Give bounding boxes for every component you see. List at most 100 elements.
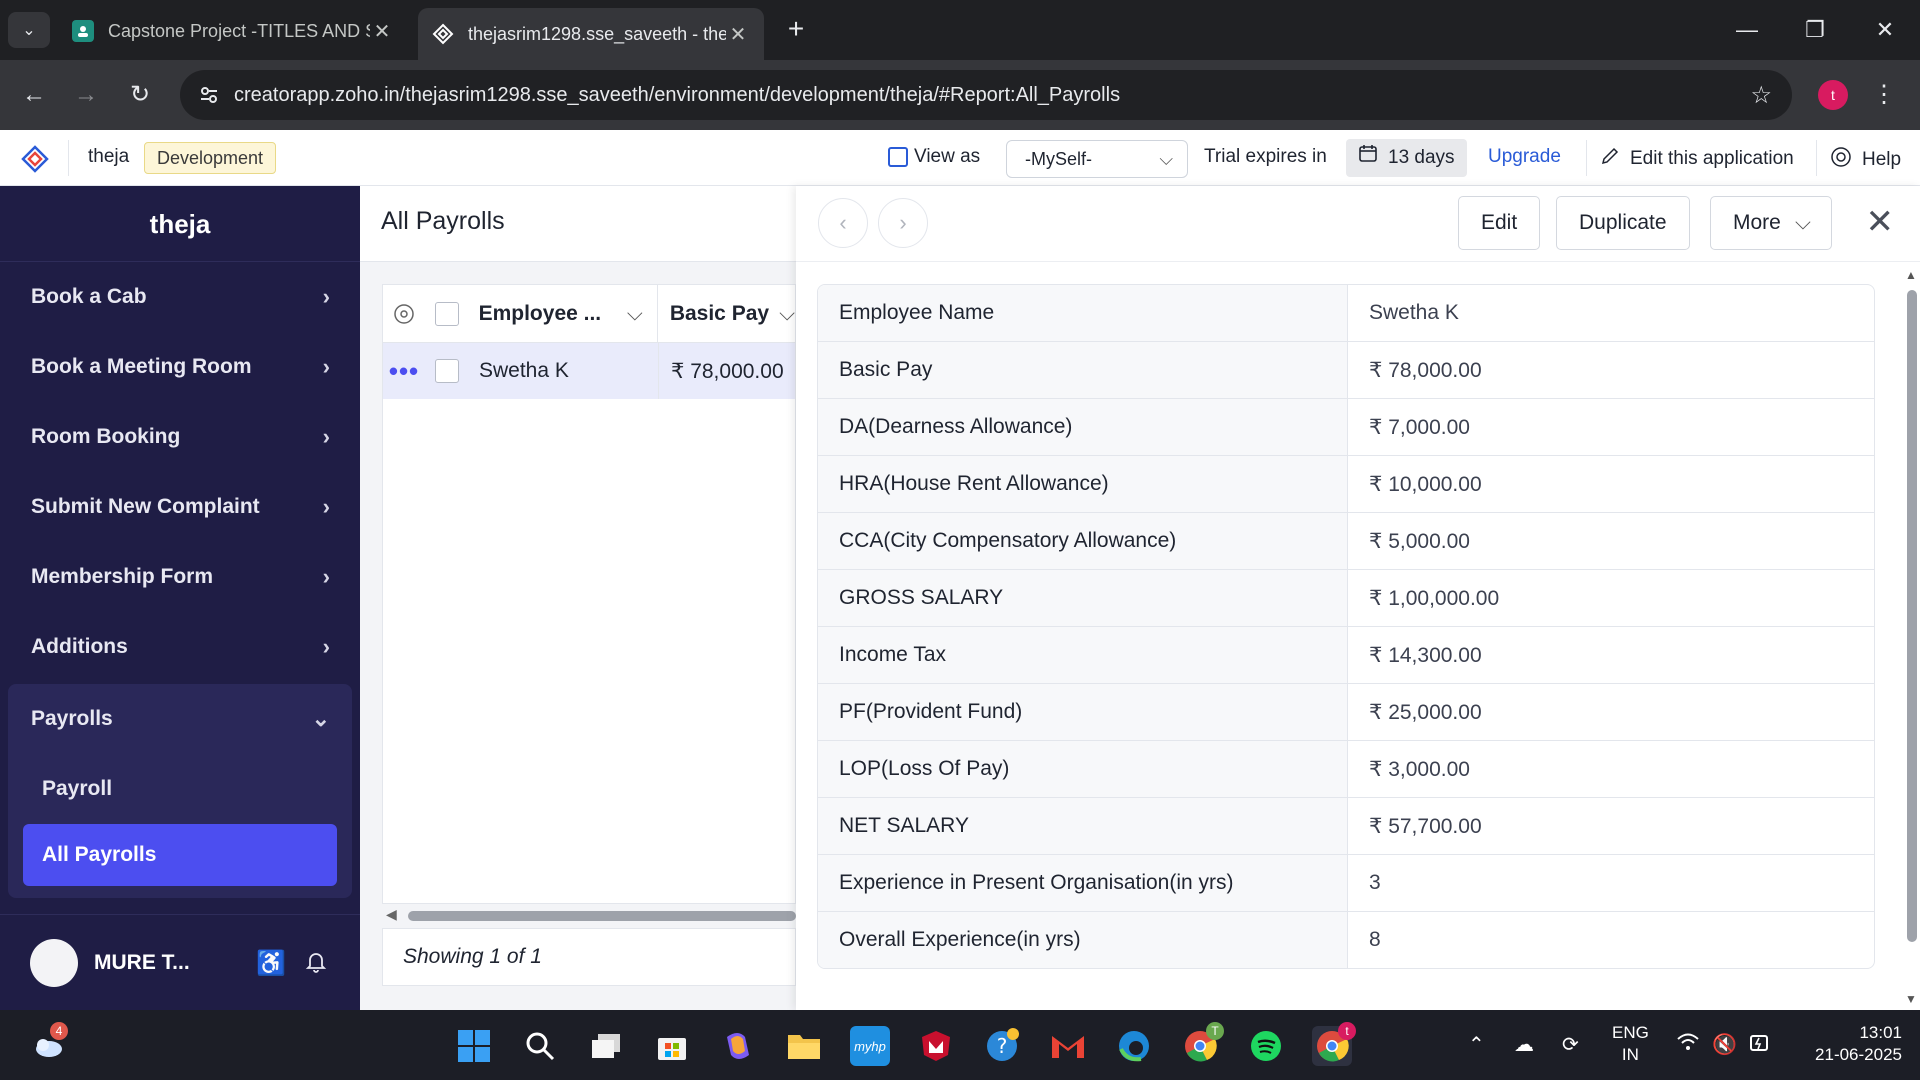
column-header-label: Basic Pay <box>669 301 770 325</box>
column-header-employee[interactable]: Employee ... ⌵ <box>469 285 658 342</box>
detail-row: Employee Name Swetha K <box>818 285 1874 342</box>
scrollbar-thumb[interactable] <box>408 911 796 921</box>
sidebar: theja Book a Cab › Book a Meeting Room ›… <box>0 186 360 1010</box>
detail-row: Income Tax ₹ 14,300.00 <box>818 627 1874 684</box>
chrome-profile-icon[interactable]: T <box>1180 1022 1224 1066</box>
search-icon[interactable] <box>520 1026 560 1066</box>
scrollbar-thumb[interactable] <box>1907 290 1917 942</box>
sidebar-item-payrolls[interactable]: Payrolls ⌄ <box>8 684 352 754</box>
avatar[interactable] <box>30 938 78 987</box>
vertical-scrollbar[interactable]: ▲ ▼ <box>1902 268 1920 1008</box>
upgrade-link[interactable]: Upgrade <box>1488 146 1561 168</box>
pencil-icon <box>1600 146 1620 172</box>
browser-tab-zoho[interactable]: thejasrim1298.sse_saveeth - the ✕ <box>418 8 764 60</box>
field-value: ₹ 1,00,000.00 <box>1369 586 1500 610</box>
horizontal-scrollbar[interactable]: ◀ <box>382 906 796 923</box>
view-as-checkbox-icon[interactable] <box>888 147 908 167</box>
chevron-right-icon: › <box>322 564 330 589</box>
minimize-button[interactable]: — <box>1722 12 1772 48</box>
browser-tab-capstone[interactable]: Capstone Project -TITLES AND S ✕ <box>58 8 408 54</box>
more-button[interactable]: More ⌵ <box>1710 196 1832 250</box>
address-bar[interactable]: creatorapp.zoho.in/thejasrim1298.sse_sav… <box>180 70 1792 120</box>
weather-icon[interactable]: 4 <box>28 1022 68 1066</box>
edit-application-button[interactable]: Edit this application <box>1600 146 1794 172</box>
close-tab-icon[interactable]: ✕ <box>726 22 750 47</box>
task-view-icon[interactable] <box>586 1026 626 1066</box>
sidebar-item-room-booking[interactable]: Room Booking › <box>0 402 360 472</box>
wifi-icon[interactable] <box>1676 1032 1700 1058</box>
chrome-active-icon[interactable]: t <box>1312 1022 1356 1066</box>
chevron-down-icon[interactable]: ⌵ <box>627 302 643 326</box>
accessibility-icon[interactable]: ♿ <box>256 949 286 978</box>
eye-icon[interactable] <box>383 302 425 326</box>
tips-icon[interactable]: ? <box>982 1026 1022 1066</box>
row-actions-icon[interactable]: ••• <box>389 356 419 387</box>
duplicate-button[interactable]: Duplicate <box>1556 196 1690 250</box>
back-arrow-icon[interactable]: ← <box>16 77 52 113</box>
detail-row: Experience in Present Organisation(in yr… <box>818 855 1874 912</box>
mcafee-icon[interactable] <box>916 1026 956 1066</box>
windows-start-icon[interactable] <box>454 1026 494 1066</box>
sidebar-user[interactable]: MURE T... ♿ <box>0 914 360 1010</box>
close-window-button[interactable]: ✕ <box>1860 12 1910 48</box>
chevron-up-icon[interactable]: ⌃ <box>1468 1032 1485 1057</box>
scroll-left-icon[interactable]: ◀ <box>386 906 397 923</box>
bell-icon[interactable] <box>304 949 328 980</box>
trial-label: Trial expires in <box>1204 146 1327 167</box>
chevron-down-icon: ⌵ <box>1794 211 1811 234</box>
battery-icon[interactable] <box>1748 1032 1772 1060</box>
scroll-down-icon[interactable]: ▼ <box>1905 992 1917 1006</box>
edge-icon[interactable] <box>1114 1026 1154 1066</box>
view-as-select[interactable]: -MySelf- ⌵ <box>1006 140 1188 178</box>
file-explorer-icon[interactable] <box>784 1026 824 1066</box>
zoho-creator-logo-icon[interactable] <box>20 144 50 174</box>
select-all-checkbox[interactable] <box>434 301 459 326</box>
sidebar-subitem-payroll[interactable]: Payroll <box>8 754 352 824</box>
edit-button[interactable]: Edit <box>1458 196 1541 250</box>
close-tab-icon[interactable]: ✕ <box>370 19 394 44</box>
gmail-icon[interactable] <box>1048 1026 1088 1066</box>
sidebar-item-membership-form[interactable]: Membership Form › <box>0 542 360 612</box>
system-clock[interactable]: 13:01 21-06-2025 <box>1792 1022 1902 1066</box>
profile-badge: t <box>1338 1022 1356 1040</box>
profile-avatar[interactable]: t <box>1818 80 1848 110</box>
sidebar-item-submit-new-complaint[interactable]: Submit New Complaint › <box>0 472 360 542</box>
sidebar-subitem-all-payrolls[interactable]: All Payrolls <box>23 824 337 886</box>
sync-icon[interactable]: ⟳ <box>1562 1032 1579 1057</box>
forward-arrow-icon[interactable]: → <box>68 77 104 113</box>
previous-record-button[interactable]: ‹ <box>818 198 868 248</box>
new-tab-button[interactable]: + <box>780 14 812 46</box>
field-label: Employee Name <box>818 285 1348 341</box>
reload-icon[interactable]: ↻ <box>122 77 158 113</box>
help-button[interactable]: Help <box>1830 146 1901 174</box>
spotify-icon[interactable] <box>1246 1026 1286 1066</box>
site-settings-icon[interactable] <box>196 82 222 108</box>
browser-menu-icon[interactable]: ⋮ <box>1872 80 1896 110</box>
close-panel-icon[interactable]: ✕ <box>1866 202 1895 242</box>
view-as-toggle[interactable]: View as <box>888 146 980 168</box>
tab-search-button[interactable]: ⌄ <box>8 12 50 48</box>
next-record-button[interactable]: › <box>878 198 928 248</box>
chevron-down-icon[interactable]: ⌵ <box>779 302 795 326</box>
record-count: Showing 1 of 1 <box>382 928 796 986</box>
bookmark-star-icon[interactable]: ☆ <box>1750 81 1772 110</box>
myhp-icon[interactable]: myhp <box>850 1026 890 1066</box>
column-header-basic-pay[interactable]: Basic Pay ⌵ <box>658 285 795 342</box>
field-label: Experience in Present Organisation(in yr… <box>818 855 1348 911</box>
profile-badge: T <box>1206 1022 1224 1040</box>
sidebar-item-book-a-meeting-room[interactable]: Book a Meeting Room › <box>0 332 360 402</box>
restore-button[interactable]: ❐ <box>1790 12 1840 48</box>
copilot-icon[interactable] <box>718 1026 758 1066</box>
field-label: PF(Provident Fund) <box>818 684 1348 740</box>
language-indicator[interactable]: ENG IN <box>1612 1022 1649 1066</box>
sidebar-item-additions[interactable]: Additions › <box>0 612 360 682</box>
onedrive-icon[interactable]: ☁ <box>1514 1032 1534 1057</box>
microsoft-store-icon[interactable] <box>652 1026 692 1066</box>
scroll-up-icon[interactable]: ▲ <box>1905 268 1917 282</box>
sidebar-item-book-a-cab[interactable]: Book a Cab › <box>0 262 360 332</box>
table-row[interactable]: ••• Swetha K ₹ 78,000.00 <box>383 343 795 399</box>
volume-muted-icon[interactable]: 🔇 <box>1712 1032 1737 1057</box>
more-label: More <box>1733 211 1781 234</box>
row-checkbox[interactable] <box>435 359 459 383</box>
browser-tab-bar: ⌄ Capstone Project -TITLES AND S ✕ theja… <box>0 0 1920 60</box>
